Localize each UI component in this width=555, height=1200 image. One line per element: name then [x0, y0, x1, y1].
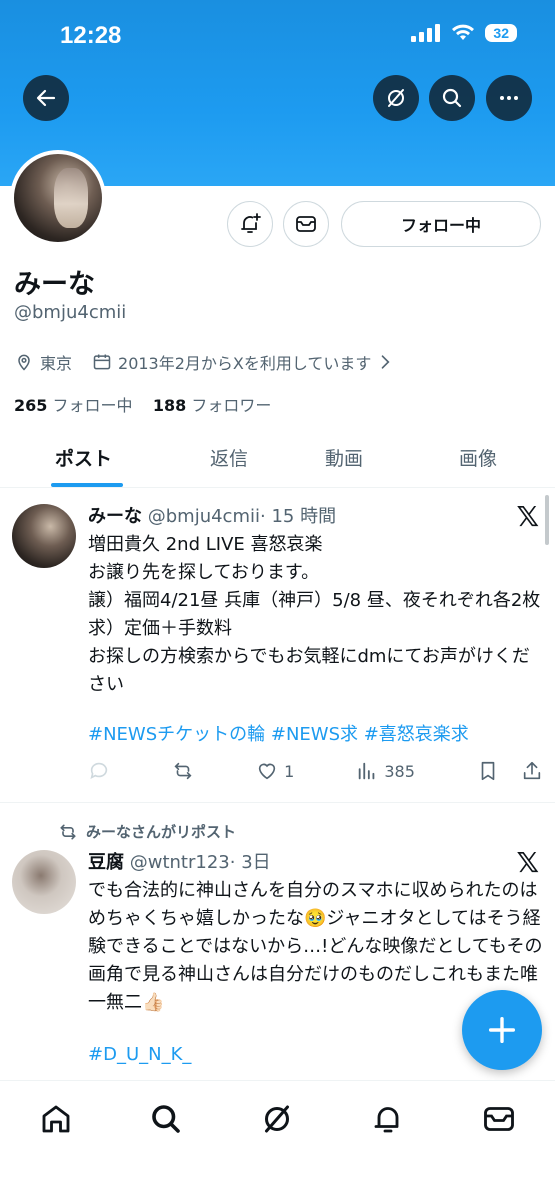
- post-author-name[interactable]: みーな: [88, 506, 142, 527]
- search-icon[interactable]: [148, 1101, 184, 1137]
- post-header: みーな @bmju4cmii· 15 時間: [88, 502, 336, 528]
- search-icon: [442, 88, 462, 108]
- compose-plus-icon: [488, 1016, 516, 1044]
- grok-icon[interactable]: [259, 1101, 295, 1137]
- notification-plus-icon: [241, 213, 261, 233]
- more-button[interactable]: [486, 75, 532, 121]
- compose-button[interactable]: [462, 990, 542, 1070]
- back-button[interactable]: [23, 75, 69, 121]
- post-author-handle[interactable]: @bmju4cmii: [148, 506, 260, 527]
- messages-icon[interactable]: [481, 1101, 517, 1137]
- like-count: 1: [284, 761, 295, 781]
- like-button[interactable]: 1: [256, 760, 294, 782]
- scrollbar[interactable]: [545, 495, 549, 545]
- post-text: 増田貴久 2nd LIVE 喜怒哀楽 お譲り先を探しております。 譲）福岡4/2…: [88, 534, 541, 695]
- post-author-name[interactable]: 豆腐: [88, 852, 124, 873]
- back-arrow-icon: [36, 89, 56, 107]
- profile-avatar[interactable]: [10, 150, 106, 246]
- profile-meta: 東京 2013年2月からXを利用しています: [14, 350, 401, 374]
- post-avatar[interactable]: [12, 850, 76, 914]
- followers-link[interactable]: 188 フォロワー: [153, 396, 272, 415]
- post-text: でも合法的に神山さんを自分のスマホに収められたのはめちゃくちゃ嬉しかったな🥹ジャ…: [88, 880, 543, 1013]
- repost-icon: [174, 762, 192, 780]
- profile-display-name: みーな: [14, 269, 95, 300]
- views-icon: [359, 762, 375, 780]
- active-tab-indicator: [51, 483, 123, 487]
- views-count: 385: [384, 761, 415, 781]
- post-author-handle[interactable]: @wtntr123: [130, 852, 230, 873]
- signal-icon: [411, 24, 441, 42]
- bottom-navigation: [0, 1080, 555, 1200]
- profile-joined: 2013年2月からXを利用しています: [118, 354, 372, 373]
- message-icon: [296, 216, 316, 232]
- repost-button[interactable]: [172, 760, 194, 782]
- home-icon[interactable]: [38, 1101, 74, 1137]
- post-header: 豆腐 @wtntr123· 3日: [88, 848, 271, 874]
- post-hashtags[interactable]: #NEWSチケットの輪 #NEWS求 #喜怒哀楽求: [88, 721, 543, 749]
- more-icon: [500, 96, 518, 100]
- bookmark-icon[interactable]: [477, 760, 499, 782]
- post-time: · 15 時間: [260, 506, 337, 527]
- reply-button[interactable]: [88, 760, 110, 782]
- location-icon: [18, 354, 30, 371]
- chevron-right-icon[interactable]: [375, 352, 395, 372]
- x-logo-icon[interactable]: 𝕏: [516, 846, 539, 879]
- notification-subscribe-button[interactable]: [227, 201, 273, 247]
- repost-label[interactable]: みーなさんがリポスト: [86, 821, 236, 842]
- message-button[interactable]: [283, 201, 329, 247]
- notifications-icon[interactable]: [370, 1101, 406, 1137]
- share-icon[interactable]: [521, 760, 543, 782]
- tab-posts[interactable]: ポスト: [55, 444, 112, 471]
- grok-icon: [388, 89, 404, 107]
- reply-icon: [90, 762, 108, 779]
- x-logo-icon[interactable]: 𝕏: [516, 500, 539, 533]
- grok-button[interactable]: [373, 75, 419, 121]
- repost-indicator: みーなさんがリポスト: [58, 821, 236, 842]
- tab-replies[interactable]: 返信: [210, 444, 248, 471]
- divider: [0, 802, 555, 803]
- profile-tabs: ポスト 返信 動画 画像: [0, 430, 555, 488]
- tab-videos[interactable]: 動画: [325, 444, 363, 471]
- tab-images[interactable]: 画像: [459, 444, 497, 471]
- repost-icon: [60, 824, 76, 839]
- views-button[interactable]: 385: [356, 760, 415, 782]
- status-bar: 12:28 32: [0, 0, 555, 70]
- follow-counts: 265 フォロー中 188 フォロワー: [14, 392, 271, 416]
- post-avatar[interactable]: [12, 504, 76, 568]
- status-time: 12:28: [60, 22, 122, 49]
- profile-location: 東京: [40, 354, 73, 373]
- post-time: · 3日: [229, 852, 271, 873]
- following-link[interactable]: 265 フォロー中: [14, 396, 133, 415]
- wifi-icon: [452, 24, 475, 40]
- calendar-icon: [93, 354, 111, 370]
- following-button[interactable]: フォロー中: [341, 201, 541, 247]
- post-actions: 1 385: [88, 760, 543, 782]
- profile-handle: @bmju4cmii: [14, 302, 127, 323]
- like-icon: [258, 763, 276, 780]
- search-button[interactable]: [429, 75, 475, 121]
- battery-level: 32: [485, 24, 517, 42]
